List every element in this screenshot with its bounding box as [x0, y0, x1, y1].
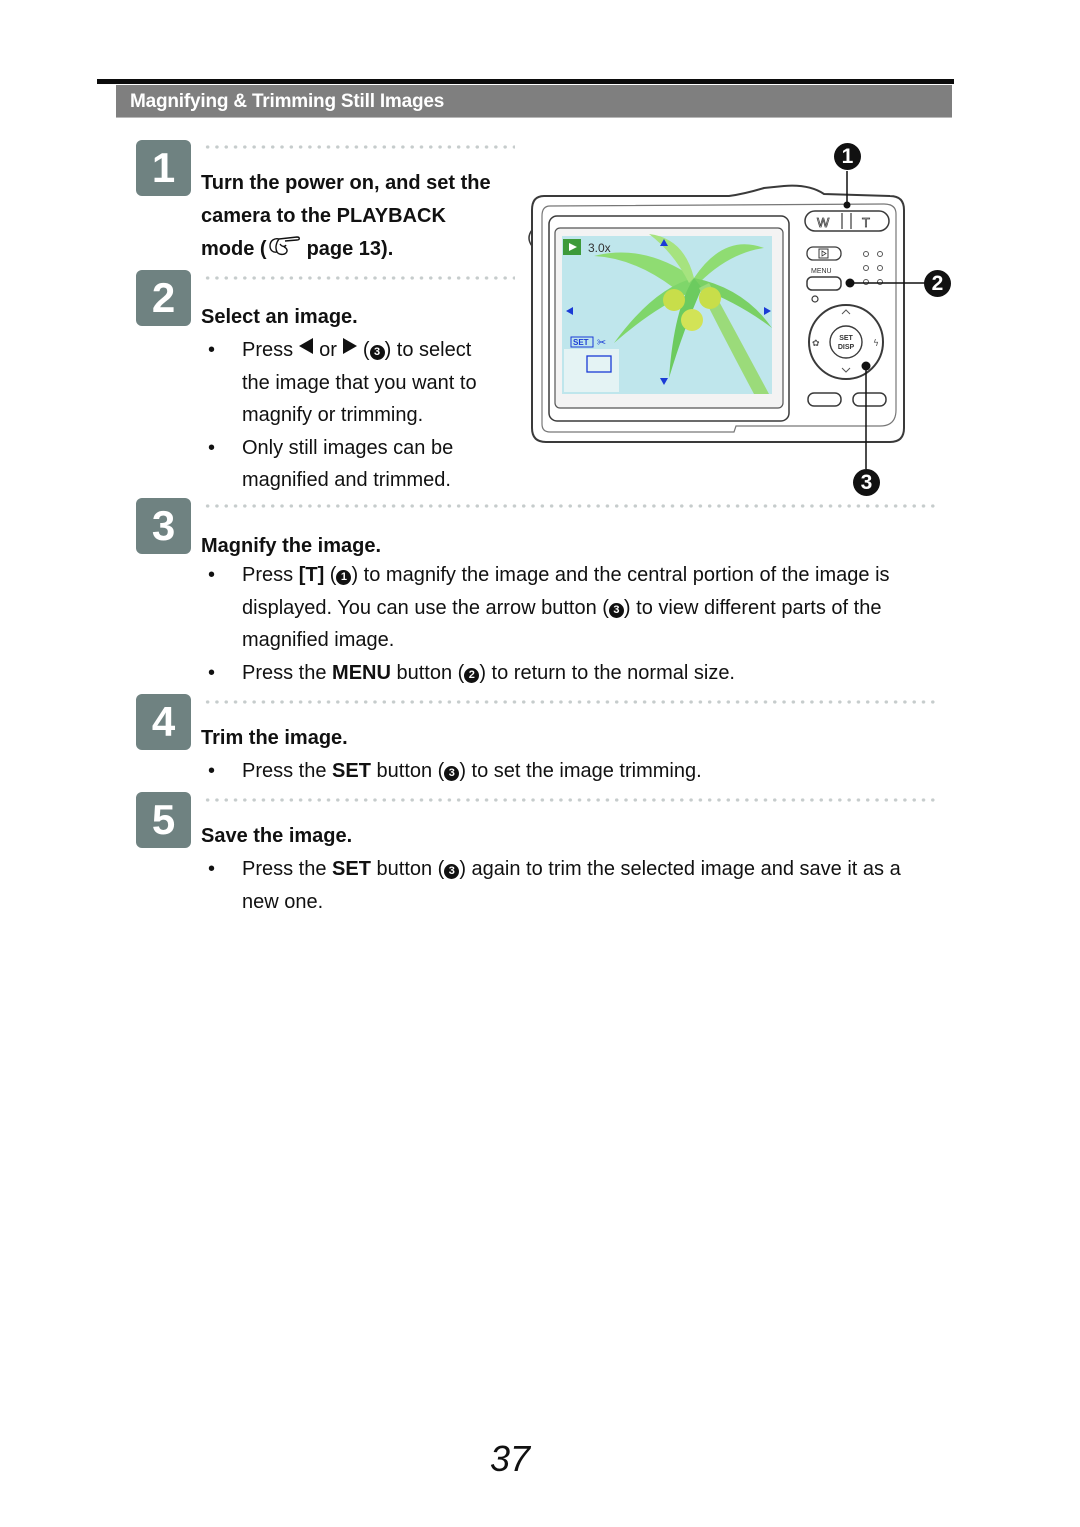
- step-5-bullets: • Press the SET button (3) again to trim…: [208, 853, 948, 918]
- step-1-title: Turn the power on, and set the camera to…: [201, 172, 491, 260]
- menu-button: [806, 276, 842, 291]
- step-4-bullets: • Press the SET button (3) to set the im…: [208, 755, 948, 788]
- callout-ref-3: 3: [608, 602, 624, 618]
- dotted-divider: [203, 700, 940, 704]
- callout-ref-1: 1: [336, 570, 352, 585]
- step-4-title: Trim the image.: [201, 727, 348, 749]
- bullet-item: • Press the SET button (3) to set the im…: [208, 760, 702, 782]
- step-badge-3: 3: [136, 498, 191, 554]
- camera-illustration: 3.0x SET ✂ W T MENU SET DISP ✿ ϟ 1 2 3: [524, 138, 956, 498]
- step-3-bullets: • Press [T] (1) to magnify the image and…: [208, 559, 948, 689]
- dotted-divider: [203, 145, 515, 149]
- bullet-item: • Press or(3) to select the image that yo…: [208, 338, 477, 427]
- bullet-item: • Only still images can be magnified and…: [208, 436, 454, 492]
- svg-text:SET: SET: [839, 335, 853, 342]
- dotted-divider: [203, 798, 940, 802]
- pointing-hand-icon: [268, 236, 300, 256]
- step-badge-1: 1: [136, 140, 191, 196]
- dpad-up-icon: [841, 309, 851, 315]
- step-badge-4: 4: [136, 694, 191, 750]
- callout-3: 3: [853, 469, 880, 496]
- page-number: 37: [489, 1438, 531, 1479]
- macro-icon: ✿: [812, 339, 820, 349]
- callout-2: 2: [924, 270, 951, 297]
- set-label: SET: [573, 338, 589, 347]
- callout-ref-2: 2: [464, 667, 480, 683]
- tele-label: T: [862, 215, 870, 230]
- callout-1: 1: [834, 143, 861, 170]
- flash-icon: ϟ: [873, 339, 879, 349]
- set-disp-button: [829, 325, 863, 359]
- menu-label: MENU: [811, 268, 832, 275]
- step-5-title: Save the image.: [201, 825, 353, 847]
- left-arrow-icon: [299, 338, 314, 354]
- bullet-item: • Press the MENU button (2) to return to…: [208, 661, 735, 684]
- bullet-item: • Press the SET button (3) again to trim…: [208, 858, 901, 913]
- callout-ref-3: 3: [369, 345, 385, 360]
- step-2-title: Select an image.: [201, 306, 358, 328]
- callout-ref-3: 3: [444, 864, 460, 879]
- section-header-bar: Magnifying & Trimming Still Images: [116, 85, 952, 118]
- dotted-divider: [203, 504, 940, 508]
- step-2-bullets: • Press or(3) to select the image that yo…: [208, 334, 523, 497]
- indicator-dots: [863, 251, 883, 285]
- wide-label: W: [817, 215, 830, 230]
- zoom-readout: 3.0x: [588, 241, 611, 255]
- right-arrow-icon: [342, 338, 357, 354]
- bottom-right-button: [852, 392, 887, 407]
- bullet-item: • Press [T] (1) to magnify the image and…: [208, 564, 890, 652]
- bottom-left-button: [807, 392, 842, 407]
- top-rule: [97, 79, 954, 84]
- camera-body: 3.0x SET ✂ W T MENU SET DISP ✿ ϟ: [528, 171, 927, 469]
- step-badge-5: 5: [136, 792, 191, 848]
- dpad-down-icon: [841, 367, 851, 373]
- callout-ref-3: 3: [444, 766, 460, 781]
- scissors-icon: ✂: [597, 336, 606, 349]
- dotted-divider: [203, 276, 515, 280]
- section-title: Magnifying & Trimming Still Images: [130, 91, 445, 112]
- svg-text:DISP: DISP: [838, 344, 855, 351]
- step-badge-2: 2: [136, 270, 191, 326]
- arrow-button-ring: [808, 304, 884, 380]
